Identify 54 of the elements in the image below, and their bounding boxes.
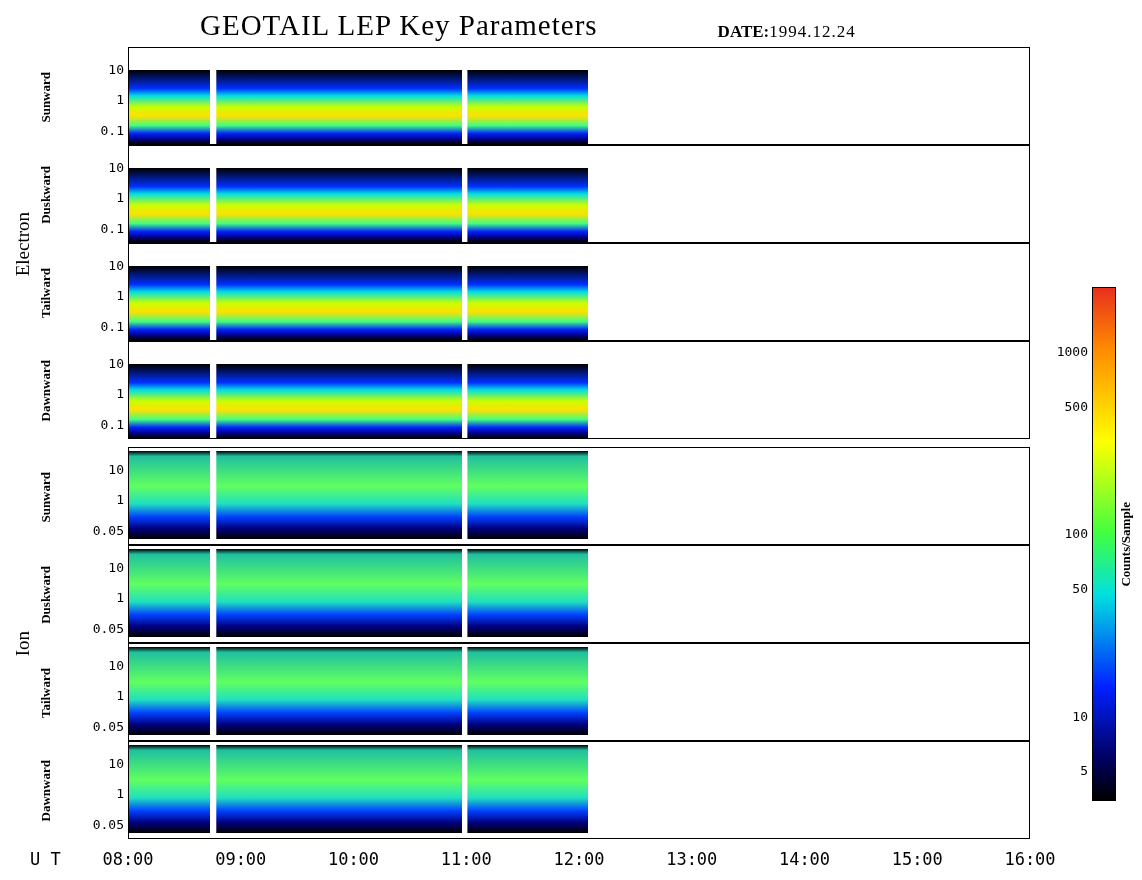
axis-tick-label: 11:00 <box>439 849 493 869</box>
colorbar-tick-label: 5 <box>1080 763 1088 778</box>
axis-tick-label: 08:00 <box>101 849 155 869</box>
axis-tick-label: 10 <box>108 159 124 175</box>
axis-tick-label: 10 <box>108 355 124 371</box>
axis-tick-label: 12:00 <box>552 849 606 869</box>
colorbar-label: Counts/Sample <box>1118 501 1134 587</box>
colorbar-tick-label: 500 <box>1064 398 1088 414</box>
axis-tick-label: 0.1 <box>100 319 124 335</box>
panel-label: Dawnward <box>38 360 54 422</box>
panel-label: Tailward <box>38 267 54 319</box>
panel-label: Sunward <box>38 71 54 123</box>
axis-tick-label: 10 <box>108 755 124 771</box>
axis-tick-label: 10 <box>108 559 124 575</box>
panel-label: Duskward <box>38 566 54 624</box>
axis-tick-label: 10 <box>108 461 124 477</box>
axis-tick-label: 1 <box>116 590 124 606</box>
colorbar-tick-label: 1000 <box>1056 343 1088 359</box>
axis-tick-label: 1 <box>116 786 124 802</box>
axis-tick-label: 0.1 <box>100 417 124 433</box>
group-label: Electron <box>12 211 34 277</box>
axis-label: U T <box>29 849 62 869</box>
axis-tick-label: 10:00 <box>326 849 381 869</box>
axis-tick-label: 0.05 <box>92 523 124 539</box>
axis-tick-label: 1 <box>116 288 124 304</box>
axis-tick-label: 09:00 <box>214 849 268 869</box>
chart-title: GEOTAIL LEP Key Parameters <box>200 9 598 42</box>
axis-tick-label: 1 <box>116 92 124 108</box>
panel-label: Dawnward <box>38 760 54 822</box>
colorbar-tick-label: 50 <box>1072 580 1088 596</box>
axis-tick-label: 10 <box>108 257 124 273</box>
axis-tick-label: 16:00 <box>1003 849 1057 869</box>
axis-tick-label: 14:00 <box>777 849 832 869</box>
axis-tick-label: 0.05 <box>92 719 124 735</box>
axis-tick-label: 1 <box>116 492 124 508</box>
axis-tick-label: 10 <box>108 657 124 673</box>
colorbar-tick-label: 10 <box>1072 708 1088 724</box>
date-value: 1994.12.24 <box>769 22 856 42</box>
axis-tick-label: 0.05 <box>92 817 124 833</box>
panel-label: Duskward <box>38 166 54 224</box>
axis-tick-label: 1 <box>116 386 124 402</box>
axis-tick-label: 10 <box>108 61 124 77</box>
group-label: Ion <box>12 631 34 657</box>
axis-tick-label: 15:00 <box>890 849 944 869</box>
panel-label: Tailward <box>38 667 54 719</box>
axis-tick-label: 0.1 <box>100 123 124 139</box>
axis-tick-label: 0.1 <box>100 221 124 237</box>
axis-tick-label: 1 <box>116 190 124 206</box>
date-label: DATE: <box>717 22 770 42</box>
panel-label: Sunward <box>38 471 54 523</box>
colorbar-tick-label: 100 <box>1064 525 1088 541</box>
axis-tick-label: 0.05 <box>92 621 124 637</box>
axis-tick-label: 13:00 <box>665 849 719 869</box>
axis-tick-label: 1 <box>116 688 124 704</box>
